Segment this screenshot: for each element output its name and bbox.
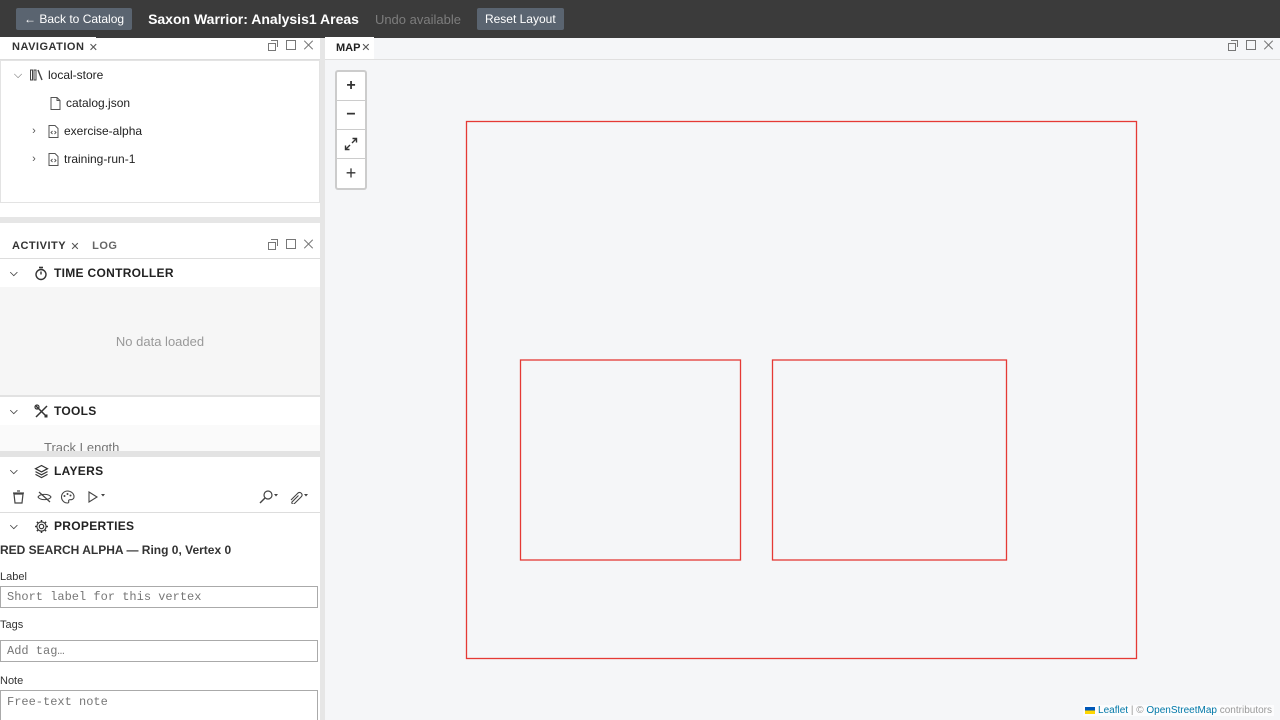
left-column: NAVIGATION ✕ ⌵ local-store catalog.json … — [0, 37, 320, 720]
time-controller-empty: No data loaded — [0, 287, 320, 395]
tree-item-label: exercise-alpha — [64, 124, 143, 138]
trash-icon[interactable] — [12, 490, 25, 507]
properties-body: RED SEARCH ALPHA — Ring 0, Vertex 0 Labe… — [0, 543, 320, 720]
chevron-down-icon[interactable]: ⌵ — [0, 466, 32, 477]
layers-toolbar — [0, 485, 320, 513]
zoom-in-button[interactable]: + — [337, 72, 365, 101]
chevron-down-icon[interactable]: ⌵ — [0, 268, 32, 279]
chevron-right-icon[interactable]: › — [28, 153, 40, 165]
note-field-label: Note — [0, 675, 24, 687]
panel-window-controls — [268, 239, 314, 250]
top-bar: ← Back to Catalog Saxon Warrior: Analysi… — [0, 0, 1280, 38]
stopwatch-icon — [32, 264, 50, 282]
play-dropdown-icon[interactable] — [87, 491, 107, 506]
tab-navigation[interactable]: NAVIGATION ✕ — [0, 37, 99, 59]
tree-item-label: training-run-1 — [64, 152, 136, 166]
leaflet-link[interactable]: Leaflet — [1098, 705, 1128, 716]
tree-item-exercise-alpha[interactable]: › exercise-alpha — [1, 117, 319, 145]
section-title: TOOLS — [54, 404, 97, 418]
fit-bounds-button[interactable] — [337, 130, 365, 159]
navigation-tabbar: NAVIGATION ✕ — [0, 37, 320, 60]
horizontal-splitter[interactable] — [0, 217, 320, 223]
tree-item-local-store[interactable]: ⌵ local-store — [1, 61, 319, 89]
expand-icon — [344, 137, 358, 151]
map-panel: MAP ✕ + − + Leaflet | © OpenStreetMap co… — [325, 37, 1280, 720]
close-panel-icon[interactable] — [304, 40, 314, 50]
area-polygon-outer[interactable] — [465, 120, 1138, 660]
tab-log[interactable]: LOG — [78, 236, 129, 258]
palette-icon[interactable] — [60, 490, 75, 507]
tree-item-training-run-1[interactable]: › training-run-1 — [1, 145, 319, 173]
tree-item-catalog-json[interactable]: catalog.json — [1, 89, 319, 117]
page-title: Saxon Warrior: Analysis1 Areas — [148, 11, 359, 27]
maximize-icon[interactable] — [286, 239, 296, 249]
tab-activity[interactable]: ACTIVITY ✕ — [0, 236, 80, 258]
layers-icon — [32, 462, 50, 480]
library-icon — [30, 68, 44, 82]
navigation-tree: ⌵ local-store catalog.json › exercise-al… — [0, 60, 320, 203]
tags-input[interactable] — [0, 640, 318, 662]
properties-header[interactable]: ⌵ PROPERTIES — [0, 513, 320, 539]
chevron-down-icon[interactable]: ⌵ — [0, 521, 32, 532]
file-icon — [48, 96, 62, 110]
add-button[interactable]: + — [337, 159, 365, 188]
maximize-icon[interactable] — [286, 40, 296, 50]
tab-label: ACTIVITY — [12, 239, 67, 252]
map-controls: + − + — [335, 70, 367, 190]
undo-status: Undo available — [374, 11, 461, 27]
popout-icon[interactable] — [268, 239, 278, 250]
reset-layout-button[interactable]: Reset Layout — [476, 8, 564, 30]
layers-header[interactable]: ⌵ LAYERS — [0, 457, 320, 485]
note-textarea[interactable] — [0, 690, 318, 720]
search-dropdown-icon[interactable] — [258, 490, 280, 507]
area-polygon-right[interactable] — [771, 359, 1008, 561]
tools-header[interactable]: ⌵ TOOLS — [0, 397, 320, 425]
label-input[interactable] — [0, 586, 318, 608]
ukraine-flag-icon — [1085, 706, 1096, 714]
section-title: PROPERTIES — [54, 519, 135, 533]
gear-icon — [32, 517, 50, 535]
attachment-dropdown-icon[interactable] — [288, 490, 310, 507]
map-canvas[interactable] — [325, 38, 1280, 720]
chevron-down-icon[interactable]: ⌵ — [12, 69, 24, 82]
popout-icon[interactable] — [268, 40, 278, 51]
attribution-separator: | © — [1128, 705, 1147, 716]
properties-subject: RED SEARCH ALPHA — Ring 0, Vertex 0 — [0, 543, 232, 557]
tools-list: Track Length — [0, 425, 320, 451]
code-file-icon — [46, 152, 60, 166]
tools-icon — [32, 402, 50, 420]
back-to-catalog-button[interactable]: ← Back to Catalog — [16, 8, 133, 30]
area-polygon-left[interactable] — [519, 359, 742, 561]
osm-link[interactable]: OpenStreetMap — [1146, 705, 1217, 716]
time-controller-header[interactable]: ⌵ TIME CONTROLLER — [0, 259, 320, 287]
chevron-right-icon[interactable]: › — [28, 125, 40, 137]
chevron-down-icon[interactable]: ⌵ — [0, 406, 32, 417]
panel-window-controls — [268, 40, 314, 51]
section-title: TIME CONTROLLER — [54, 266, 174, 280]
code-file-icon — [46, 124, 60, 138]
close-icon[interactable]: ✕ — [89, 41, 99, 54]
activity-tabbar: ACTIVITY ✕ LOG — [0, 236, 320, 259]
tags-field-label: Tags — [0, 619, 24, 631]
tool-item-track-length[interactable]: Track Length — [44, 440, 119, 451]
map-attribution: Leaflet | © OpenStreetMap contributors — [1083, 705, 1274, 716]
close-panel-icon[interactable] — [304, 239, 314, 249]
tree-item-label: local-store — [48, 68, 104, 82]
section-title: LAYERS — [54, 464, 104, 478]
attribution-suffix: contributors — [1216, 705, 1272, 716]
eye-off-icon[interactable] — [37, 491, 52, 506]
tree-item-label: catalog.json — [66, 96, 131, 110]
tab-label: NAVIGATION — [12, 40, 85, 53]
tab-label: LOG — [92, 239, 118, 252]
label-field-label: Label — [0, 571, 27, 583]
zoom-out-button[interactable]: − — [337, 101, 365, 130]
